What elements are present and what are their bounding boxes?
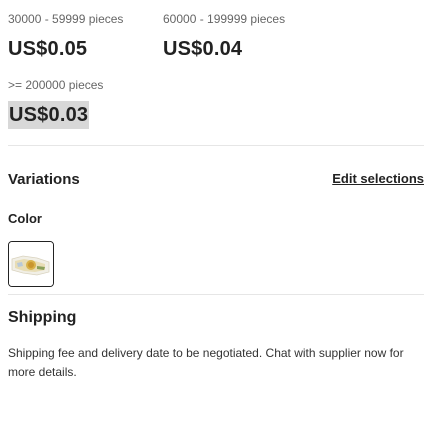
section-divider — [8, 145, 424, 146]
variations-title: Variations — [8, 171, 80, 188]
tier-3-price: US$0.03 — [8, 101, 90, 129]
color-label: Color — [8, 211, 42, 226]
tier-2-price: US$0.04 — [163, 38, 243, 60]
section-divider — [8, 294, 424, 295]
color-swatch-option[interactable] — [8, 241, 54, 287]
shipping-title: Shipping — [8, 309, 77, 326]
product-thumbnail-image — [9, 242, 53, 286]
tier-1-price: US$0.05 — [8, 38, 88, 60]
product-detail-panel: 30000 - 59999 pieces 60000 - 199999 piec… — [0, 0, 436, 421]
tier-3-range: >= 200000 pieces — [8, 78, 104, 92]
tier-1-range: 30000 - 59999 pieces — [8, 12, 124, 26]
edit-selections-link[interactable]: Edit selections — [332, 171, 424, 186]
shipping-note: Shipping fee and delivery date to be neg… — [8, 346, 404, 379]
tier-2-range: 60000 - 199999 pieces — [163, 12, 286, 26]
